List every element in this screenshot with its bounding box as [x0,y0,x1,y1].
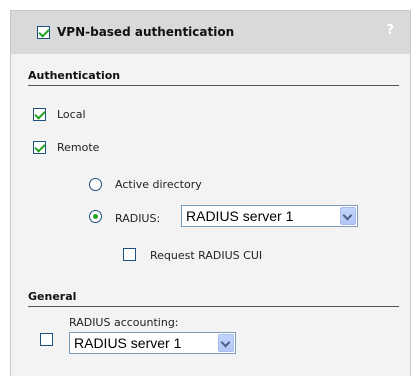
chevron-down-icon[interactable] [340,207,356,225]
radius-server-value: RADIUS server 1 [186,208,294,224]
accounting-server-select[interactable]: RADIUS server 1 [69,332,236,354]
radius-label: RADIUS: [115,212,161,225]
local-checkbox[interactable] [33,108,46,121]
authentication-section-title: Authentication [28,69,121,82]
local-label: Local [57,108,86,121]
remote-label: Remote [57,141,100,154]
radius-accounting-label: RADIUS accounting: [69,316,179,329]
authentication-divider [28,85,399,86]
radius-accounting-checkbox[interactable] [40,333,53,346]
active-directory-radio[interactable] [89,178,102,191]
radius-radio[interactable] [89,210,102,223]
vpn-auth-checkbox[interactable] [37,26,50,39]
help-icon[interactable]: ? [386,23,394,38]
panel-header: VPN-based authentication ? [11,11,410,54]
chevron-down-icon[interactable] [218,334,234,352]
remote-checkbox[interactable] [33,141,46,154]
vpn-auth-panel: VPN-based authentication ? Authenticatio… [10,10,411,376]
active-directory-label: Active directory [115,178,202,191]
general-divider [28,306,399,307]
general-section-title: General [28,290,77,303]
accounting-server-value: RADIUS server 1 [74,335,182,351]
request-cui-checkbox[interactable] [123,248,136,261]
radius-server-select[interactable]: RADIUS server 1 [181,205,358,227]
request-cui-label: Request RADIUS CUI [150,249,263,262]
panel-title: VPN-based authentication [57,25,235,39]
